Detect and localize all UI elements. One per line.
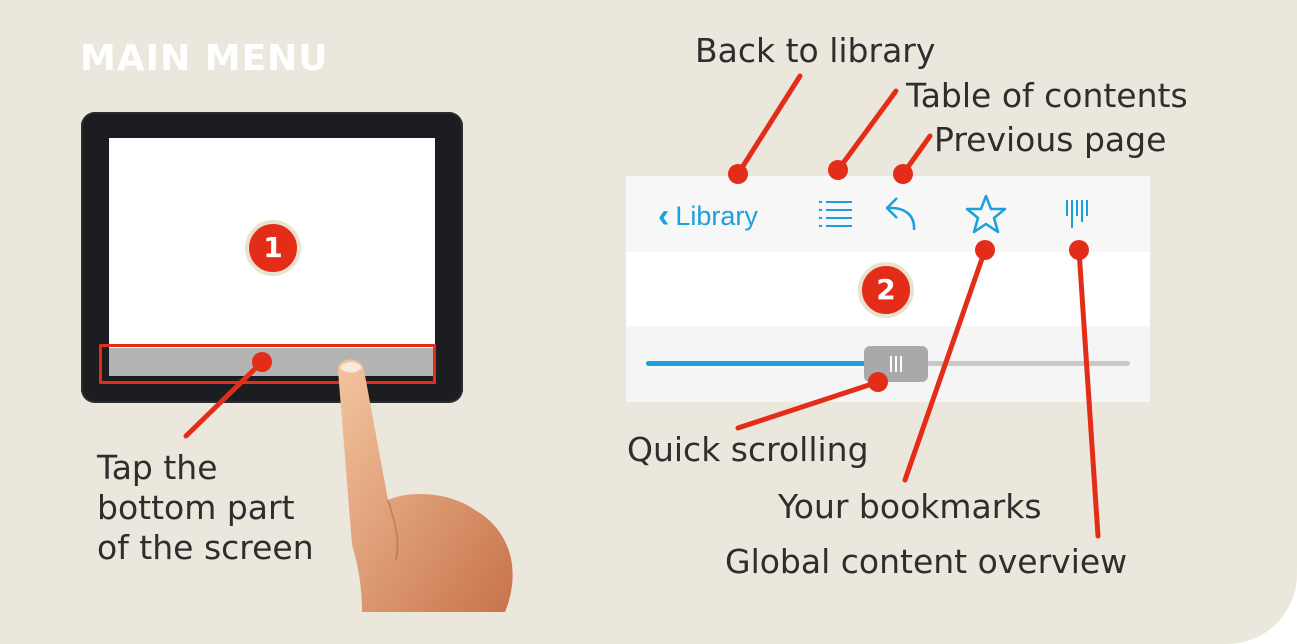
tap-instruction-line: bottom part — [97, 488, 295, 527]
callout-table-of-contents: Table of contents — [906, 76, 1188, 115]
section-heading: MAIN MENU — [80, 38, 329, 79]
page-overview-icon[interactable] — [1065, 198, 1091, 230]
chevron-left-icon: ‹ — [658, 197, 670, 235]
callout-your-bookmarks: Your bookmarks — [778, 487, 1042, 526]
step-badge-1: 1 — [245, 220, 301, 276]
step-badge-2: 2 — [858, 262, 914, 318]
callout-previous-page: Previous page — [934, 120, 1167, 159]
undo-arrow-icon[interactable] — [882, 194, 920, 234]
grip-icon — [890, 356, 903, 372]
back-to-library-button[interactable]: ‹ Library — [658, 196, 758, 236]
quick-scroll-thumb[interactable] — [864, 346, 929, 382]
tap-instruction-line: Tap the — [97, 448, 218, 487]
callout-quick-scrolling: Quick scrolling — [627, 430, 869, 469]
tap-instruction: Tap the bottom part of the screen — [97, 448, 357, 568]
callout-back-to-library: Back to library — [695, 31, 936, 70]
back-button-label: Library — [675, 200, 758, 231]
scroll-progress-fill — [646, 361, 879, 366]
tap-instruction-line: of the screen — [97, 528, 314, 567]
list-icon[interactable] — [818, 198, 854, 232]
star-icon[interactable] — [965, 193, 1007, 235]
callout-global-overview: Global content overview — [725, 542, 1128, 581]
